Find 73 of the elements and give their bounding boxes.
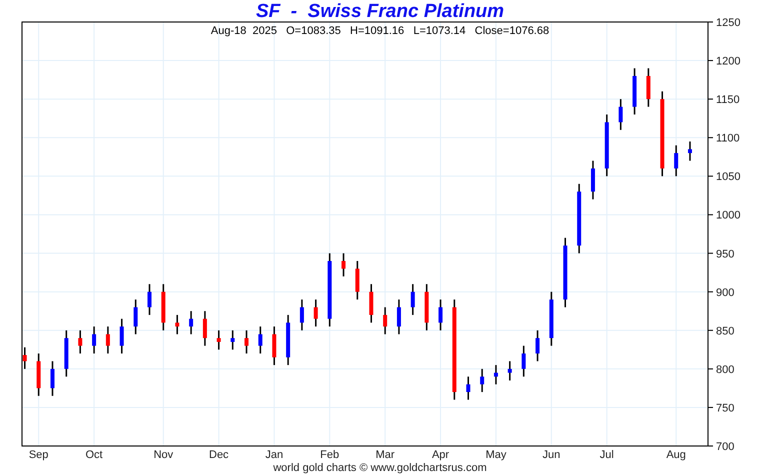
- x-tick-label: Jun: [542, 449, 560, 461]
- price-candle: [342, 253, 346, 276]
- price-candle: [355, 260, 360, 300]
- y-tick-label: 800: [716, 364, 734, 376]
- price-candle: [258, 326, 262, 354]
- price-candle: [134, 300, 138, 334]
- price-candle: [92, 326, 96, 354]
- price-candle: [314, 300, 318, 326]
- price-candle: [549, 292, 554, 346]
- y-tick-label: 1250: [716, 17, 740, 29]
- price-candle: [396, 300, 401, 334]
- x-tick-label: Nov: [154, 449, 174, 461]
- price-candle: [120, 318, 124, 354]
- y-tick-label: 1150: [716, 94, 740, 106]
- y-tick-label: 1000: [716, 210, 740, 222]
- price-candle: [230, 330, 235, 350]
- price-candle: [688, 142, 692, 161]
- price-candle: [64, 330, 68, 377]
- x-tick-label: Apr: [432, 449, 450, 461]
- y-tick-label: 1200: [716, 56, 740, 68]
- y-tick-label: 1050: [716, 171, 740, 184]
- price-candle: [148, 284, 152, 315]
- price-candle: [494, 365, 498, 384]
- price-quote: Aug-18 2025 O=1083.35 H=1091.16 L=1073.14 Close=1076.68: [210, 25, 550, 37]
- price-candle: [272, 326, 276, 366]
- x-tick-label: Mar: [376, 449, 395, 461]
- price-candle: [22, 347, 27, 369]
- x-tick-label: Jul: [600, 449, 614, 461]
- x-tick-label: Dec: [209, 449, 229, 461]
- price-candle: [466, 376, 470, 400]
- price-candle: [604, 114, 609, 176]
- y-tick-label: 750: [716, 402, 734, 414]
- y-tick-label: 850: [716, 325, 734, 338]
- y-tick-label: 700: [716, 441, 734, 453]
- x-tick-label: May: [486, 449, 506, 461]
- price-candle: [410, 284, 415, 315]
- price-candle: [244, 330, 248, 354]
- price-candle: [50, 361, 54, 396]
- price-candle: [674, 145, 678, 176]
- x-tick-label: Sep: [28, 449, 48, 461]
- price-candle: [189, 311, 194, 334]
- footer-credit: world gold charts © www.goldchartsrus.com: [273, 462, 487, 474]
- price-candle: [577, 184, 582, 254]
- price-candle: [424, 284, 429, 330]
- x-tick-label: Oct: [86, 449, 103, 461]
- price-candle: [632, 68, 637, 114]
- price-candle: [369, 284, 374, 323]
- price-candle: [286, 314, 290, 366]
- price-candle: [175, 314, 180, 334]
- x-tick-label: Feb: [320, 449, 340, 461]
- price-candle: [161, 284, 166, 330]
- price-candle: [480, 368, 484, 392]
- price-candle: [36, 354, 41, 396]
- price-candle: [563, 238, 568, 308]
- price-candle: [216, 330, 221, 350]
- x-tick-label: Aug: [666, 449, 686, 461]
- price-candle: [202, 311, 207, 346]
- chart-title: SF - Swiss Franc Platinum: [256, 0, 504, 22]
- y-tick-label: 900: [716, 286, 734, 299]
- y-tick-label: 950: [716, 248, 734, 260]
- price-candle: [536, 330, 540, 362]
- price-candle: [590, 160, 595, 200]
- price-candle: [438, 300, 443, 330]
- x-tick-label: Jan: [265, 449, 284, 461]
- price-candle: [300, 300, 304, 330]
- price-candle: [646, 68, 650, 107]
- y-tick-label: 1100: [716, 132, 740, 145]
- price-candle: [522, 346, 526, 377]
- price-candle: [618, 99, 623, 130]
- price-candle: [78, 330, 82, 354]
- price-candle: [508, 361, 512, 380]
- price-candle: [383, 307, 388, 334]
- price-candle: [106, 326, 110, 354]
